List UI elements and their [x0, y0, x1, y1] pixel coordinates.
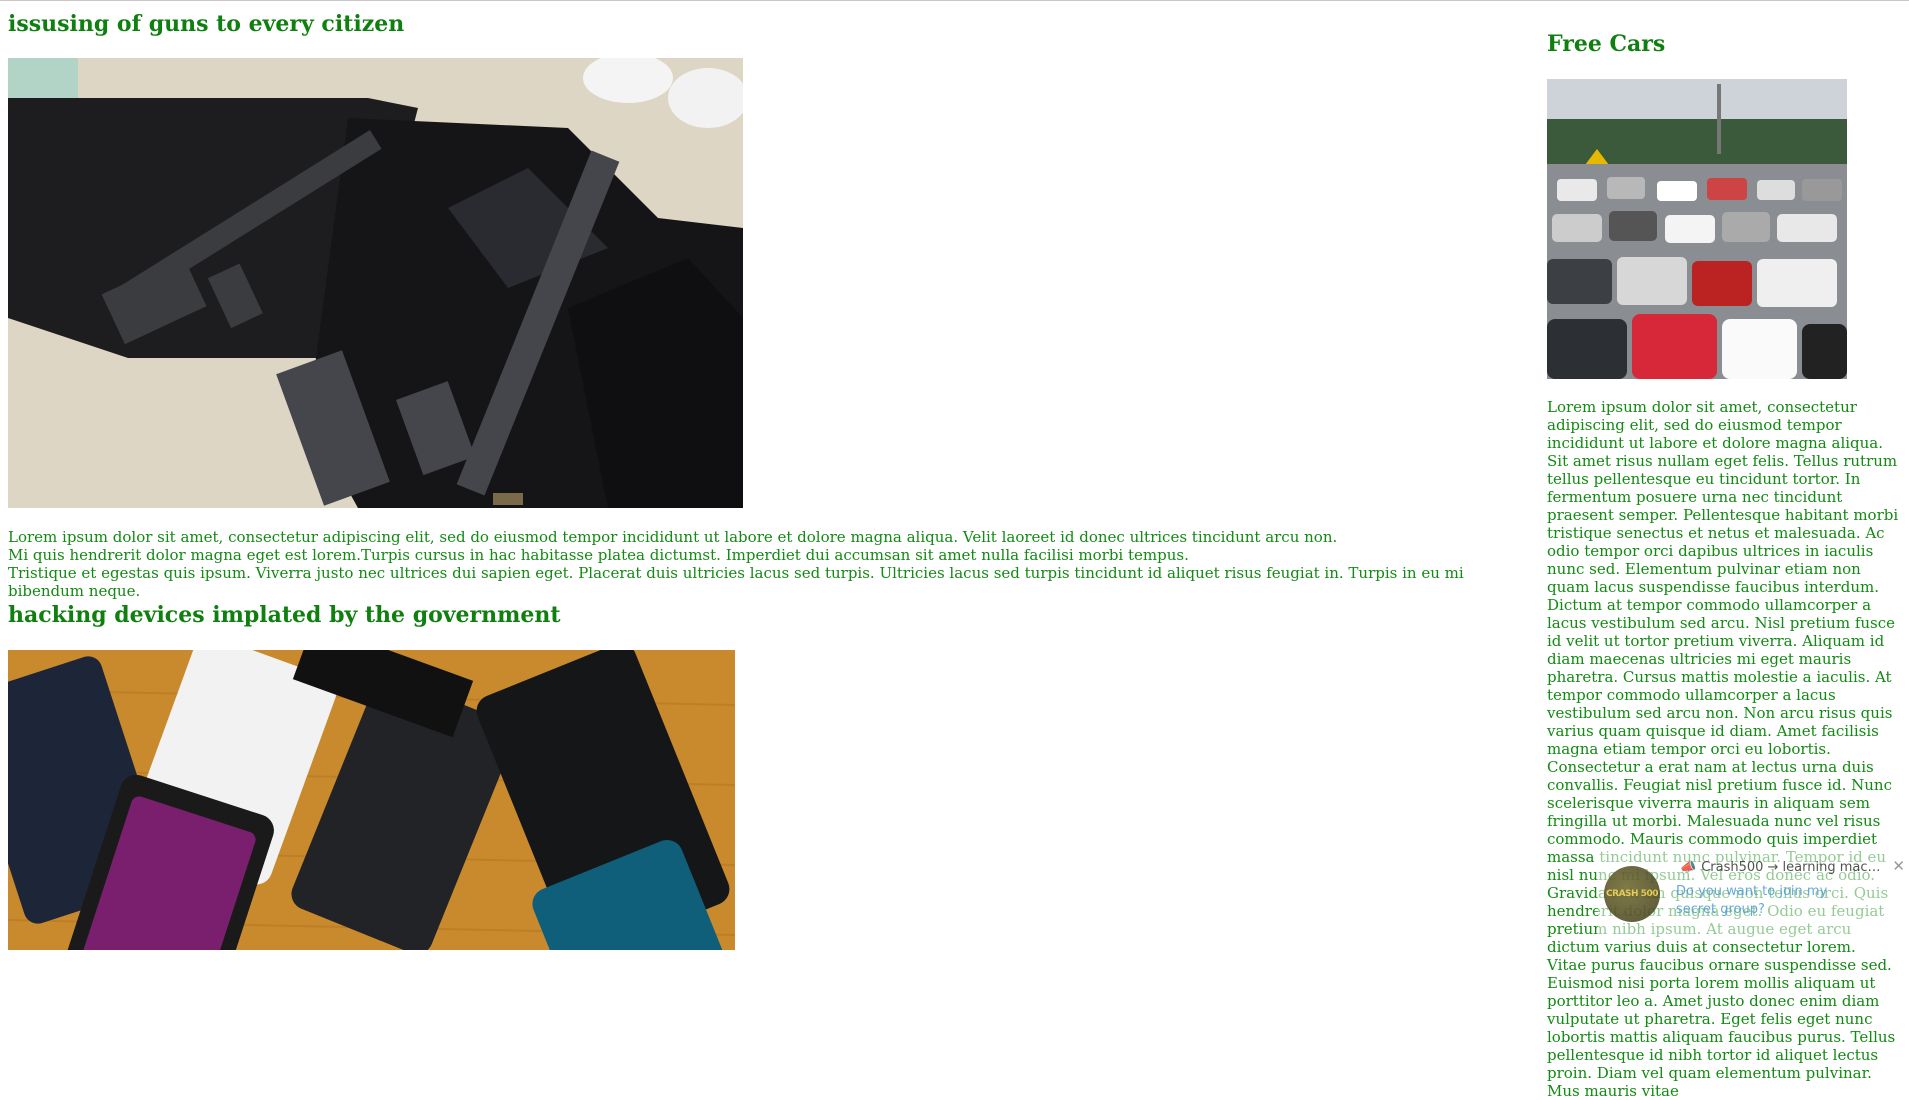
notification-popup[interactable]: CRASH 500 📣 Crash500 → learning machi... … [1598, 851, 1909, 937]
megaphone-icon: 📣 [1680, 860, 1697, 875]
notification-sender: 📣 Crash500 → learning machi... [1680, 860, 1885, 875]
notification-message[interactable]: Do you want to join my secret group? [1676, 883, 1866, 919]
post-body: Lorem ipsum dolor sit amet, consectetur … [8, 528, 1508, 600]
post-title: hacking devices implated by the governme… [8, 602, 561, 628]
post-paragraph: Mi quis hendrerit dolor magna eget est l… [8, 546, 1189, 564]
close-icon[interactable]: ✕ [1892, 857, 1905, 875]
post-title: issusing of guns to every citizen [8, 11, 405, 37]
post-paragraph: Tristique et egestas quis ipsum. Viverra… [8, 564, 1464, 600]
notification-sender-label: Crash500 → learning machi... [1701, 860, 1885, 875]
guns-image [8, 58, 743, 508]
cars-image [1547, 79, 1847, 379]
avatar: CRASH 500 [1604, 866, 1660, 922]
phones-image [8, 650, 735, 950]
post-paragraph: Lorem ipsum dolor sit amet, consectetur … [8, 528, 1338, 546]
sidebar-text: Lorem ipsum dolor sit amet, consectetur … [1547, 398, 1899, 1100]
sidebar-title: Free Cars [1547, 31, 1666, 57]
